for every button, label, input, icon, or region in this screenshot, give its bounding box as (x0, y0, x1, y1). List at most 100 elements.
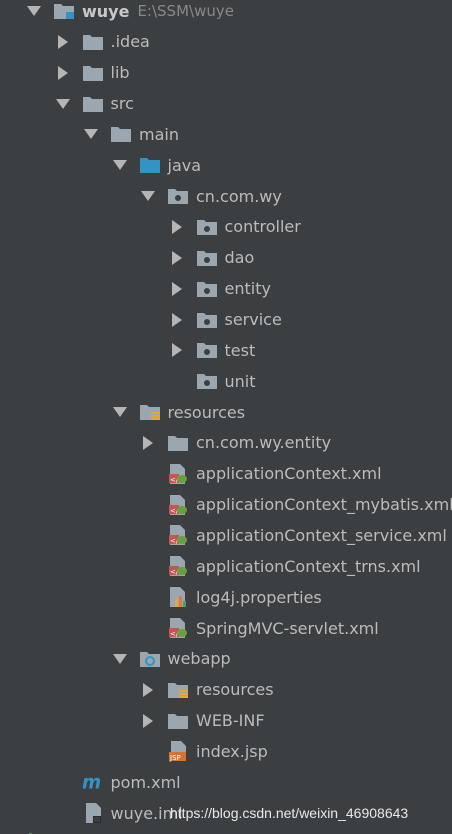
tree-node[interactable]: m pom.xml (0, 767, 452, 797)
tree-node[interactable]: JSP index.jsp (0, 736, 452, 766)
tree-node[interactable]: webapp (0, 644, 452, 674)
resources-folder-icon (139, 402, 161, 422)
spring-xml-icon: </ (167, 463, 189, 484)
module-folder-icon (53, 1, 75, 21)
collapse-arrow-icon[interactable] (56, 65, 70, 80)
collapse-arrow-icon[interactable] (170, 250, 184, 265)
tree-node[interactable]: resources (0, 675, 452, 705)
tree-node-label: resources (167, 402, 246, 422)
tree-node-label: main (139, 124, 179, 144)
arrow-placeholder (141, 528, 155, 542)
tree-node-label: cn.com.wy.entity (196, 433, 332, 453)
package-icon (196, 371, 218, 391)
tree-node[interactable]: log4j.properties (0, 582, 452, 612)
tree-node[interactable]: main (0, 119, 452, 149)
tree-node-label: src (110, 94, 134, 114)
arrow-placeholder (56, 775, 70, 789)
arrow-placeholder (141, 621, 155, 635)
folder-icon (82, 32, 104, 52)
folder-icon (167, 433, 189, 453)
tree-node[interactable]: </ SpringMVC-servlet.xml (0, 613, 452, 643)
resources-folder-icon (167, 680, 189, 700)
tree-node-label: java (167, 155, 202, 175)
tree-node[interactable]: cn.com.wy (0, 181, 452, 211)
tree-node[interactable]: controller (0, 212, 452, 242)
tree-node-label: unit (224, 371, 256, 391)
collapse-arrow-icon[interactable] (141, 682, 155, 697)
tree-node[interactable]: java (0, 150, 452, 180)
tree-node[interactable]: entity (0, 274, 452, 304)
collapse-arrow-icon[interactable] (141, 435, 155, 450)
tree-node-label: index.jsp (196, 741, 268, 761)
package-icon (167, 186, 189, 206)
spring-xml-icon: </ (167, 618, 189, 638)
tree-node-label: .idea (110, 32, 150, 52)
collapse-arrow-icon[interactable] (141, 713, 155, 728)
tree-node-label: dao (224, 248, 255, 268)
expand-arrow-icon[interactable] (84, 127, 98, 141)
tree-node[interactable]: dao (0, 243, 452, 273)
arrow-placeholder (170, 374, 184, 388)
arrow-placeholder (141, 744, 155, 758)
watermark-text: https://blog.csdn.net/weixin_46908643 (170, 805, 409, 821)
tree-node-label: applicationContext.xml (196, 464, 382, 484)
tree-node[interactable]: src (0, 89, 452, 119)
tree-node[interactable]: </ applicationContext_trns.xml (0, 551, 452, 581)
tree-node-label: lib (110, 63, 130, 83)
expand-arrow-icon[interactable] (55, 97, 70, 111)
folder-icon (82, 94, 104, 114)
folder-icon (82, 63, 104, 83)
arrow-placeholder (141, 498, 155, 512)
tree-node[interactable]: cn.com.wy.entity (0, 428, 452, 458)
collapse-arrow-icon[interactable] (170, 343, 184, 358)
spring-xml-icon: </ (167, 525, 189, 546)
tree-node-label: service (224, 310, 282, 329)
expand-arrow-icon[interactable] (112, 405, 127, 419)
tree-node-label: applicationContext_mybatis.xml (196, 495, 452, 515)
next-row-fragment (24, 826, 164, 834)
tree-node[interactable]: test (0, 335, 452, 365)
tree-node-label: WEB-INF (196, 711, 265, 731)
svg-text:JSP: JSP (169, 754, 181, 762)
expand-arrow-icon[interactable] (27, 4, 41, 18)
folder-icon (167, 711, 189, 731)
tree-node-label: applicationContext_service.xml (196, 525, 447, 545)
tree-node[interactable]: unit (0, 366, 452, 396)
jsp-file-icon: JSP (167, 741, 189, 762)
tree-node-label: pom.xml (110, 772, 181, 792)
collapse-arrow-icon[interactable] (56, 34, 70, 49)
iml-file-icon (82, 803, 104, 824)
tree-node-label: webapp (167, 649, 231, 669)
tree-node-label: test (224, 340, 256, 360)
tree-node[interactable]: service (0, 305, 452, 335)
collapse-arrow-icon[interactable] (170, 281, 184, 296)
tree-node-label: controller (224, 217, 301, 237)
tree-node-label: resources (196, 680, 274, 700)
arrow-placeholder (141, 590, 155, 604)
tree-node[interactable]: .idea (0, 27, 452, 57)
tree-node-label: entity (224, 279, 271, 299)
web-folder-icon (139, 649, 161, 669)
tree-node[interactable]: wuye E:\SSM\wuye (0, 0, 452, 26)
expand-arrow-icon[interactable] (112, 652, 127, 666)
project-path: E:\SSM\wuye (137, 2, 234, 20)
collapse-arrow-icon[interactable] (170, 219, 184, 234)
package-icon (196, 217, 218, 237)
tree-node[interactable]: </ applicationContext_mybatis.xml (0, 490, 452, 520)
svg-text:m: m (82, 773, 101, 794)
tree-node[interactable]: resources (0, 397, 452, 427)
tree-node[interactable]: WEB-INF (0, 706, 452, 736)
expand-arrow-icon[interactable] (141, 189, 155, 203)
package-icon (196, 248, 218, 268)
package-icon (196, 340, 218, 360)
package-icon (196, 310, 218, 330)
package-icon (196, 279, 218, 299)
arrow-placeholder (141, 467, 155, 481)
spring-xml-icon: </ (167, 556, 189, 577)
tree-node-label: cn.com.wy (196, 186, 282, 206)
collapse-arrow-icon[interactable] (170, 312, 184, 327)
expand-arrow-icon[interactable] (112, 158, 127, 172)
tree-node[interactable]: </ applicationContext.xml (0, 459, 452, 489)
tree-node[interactable]: </ applicationContext_service.xml (0, 520, 452, 550)
tree-node[interactable]: lib (0, 58, 452, 88)
